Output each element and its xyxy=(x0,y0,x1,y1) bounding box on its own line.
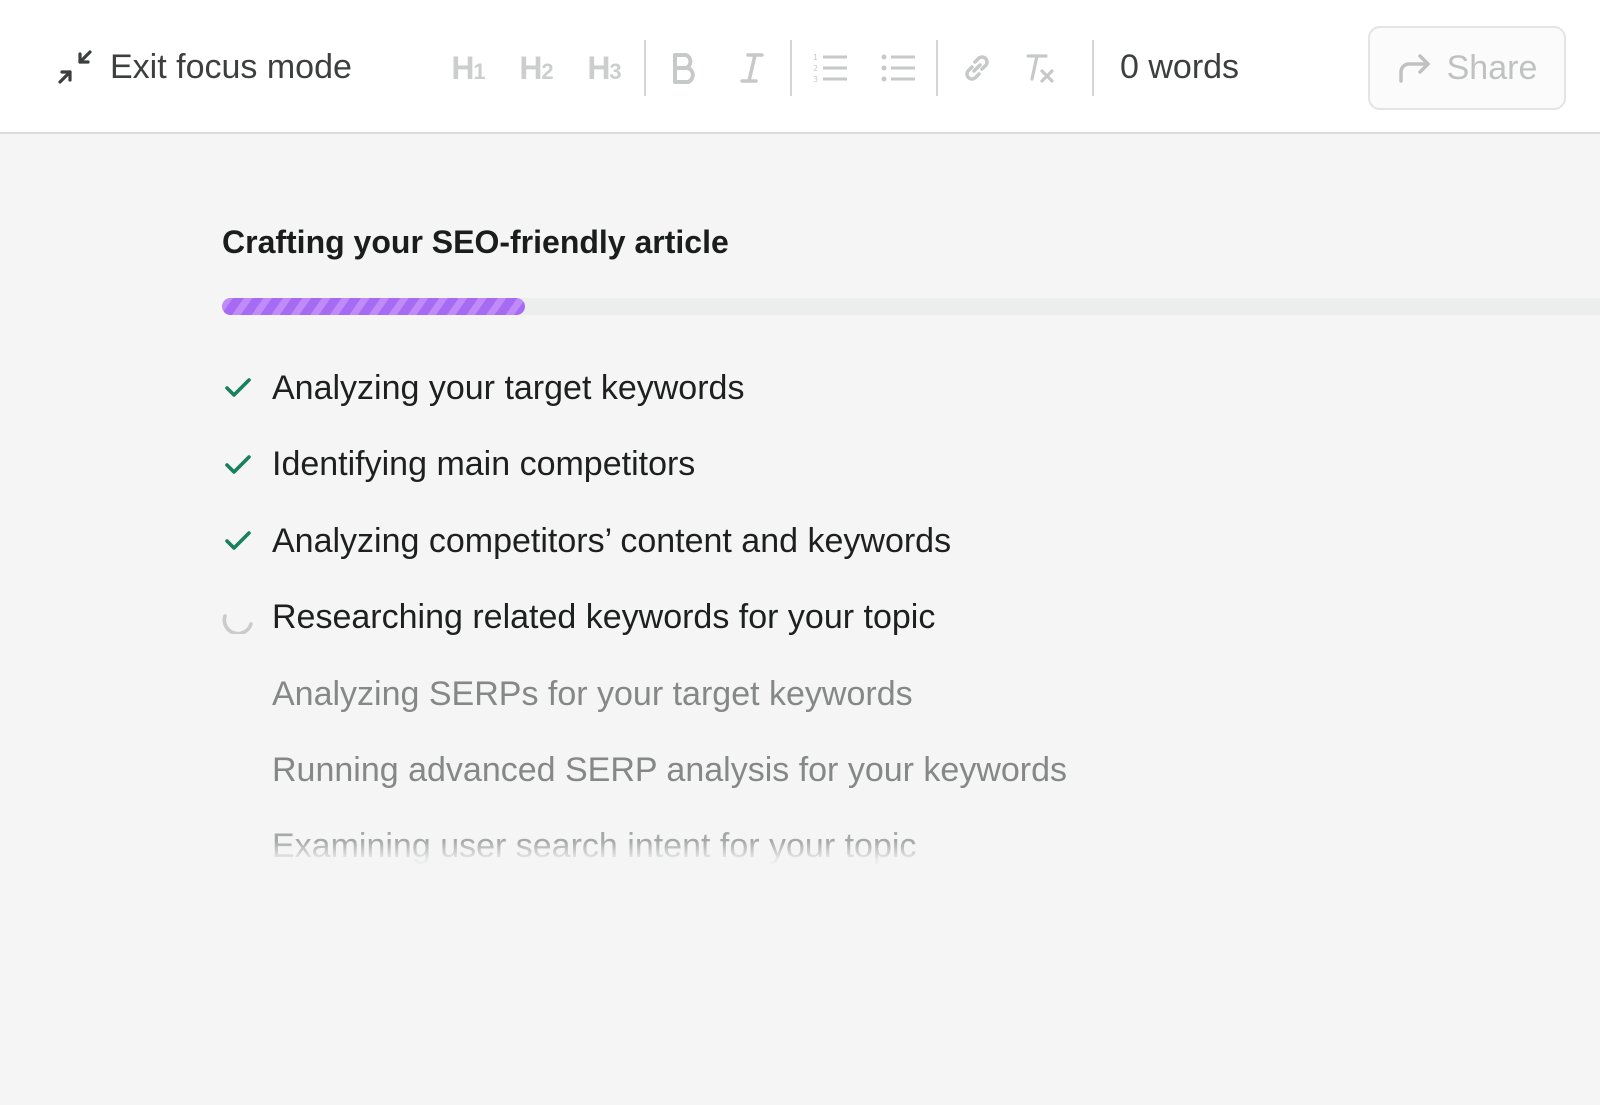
ordered-list-button[interactable]: 1 2 3 xyxy=(810,40,852,96)
generation-progress-panel: Crafting your SEO-friendly article Analy… xyxy=(222,224,1600,865)
heading-2-letter: H xyxy=(519,49,542,86)
check-icon xyxy=(225,454,251,474)
editor-toolbar: Exit focus mode H1 H2 H3 1 2 3 0 words S… xyxy=(0,0,1600,134)
step-label: Analyzing SERPs for your target keywords xyxy=(272,674,913,713)
link-button[interactable] xyxy=(956,40,998,96)
step-label: Researching related keywords for your to… xyxy=(272,598,936,637)
step-label: Analyzing competitors’ content and keywo… xyxy=(272,521,952,560)
progress-bar-fill xyxy=(222,298,526,315)
step-label: Analyzing your target keywords xyxy=(272,368,745,407)
heading-2-level: 2 xyxy=(541,59,553,84)
share-arrow-icon xyxy=(1398,54,1430,83)
toolbar-divider xyxy=(790,40,792,96)
heading-2-button[interactable]: H2 xyxy=(516,40,556,96)
svg-text:2: 2 xyxy=(813,64,818,73)
exit-focus-mode-button[interactable]: Exit focus mode xyxy=(56,44,352,90)
step-item: Analyzing your target keywords xyxy=(222,350,1600,427)
bullet-list-button[interactable] xyxy=(878,40,920,96)
exit-focus-mode-label: Exit focus mode xyxy=(110,47,352,86)
italic-button[interactable] xyxy=(732,40,772,96)
loading-spinner-icon xyxy=(222,613,253,634)
share-label: Share xyxy=(1446,48,1538,87)
word-count: 0 words xyxy=(1120,48,1240,86)
step-item: Analyzing SERPs for your target keywords xyxy=(222,656,1600,733)
share-button[interactable]: Share xyxy=(1368,26,1566,110)
italic-icon xyxy=(740,53,764,83)
svg-text:1: 1 xyxy=(813,53,818,62)
heading-1-button[interactable]: H1 xyxy=(448,40,488,96)
clear-formatting-button[interactable] xyxy=(1018,40,1060,96)
toolbar-divider xyxy=(1092,40,1094,96)
heading-1-letter: H xyxy=(451,49,474,86)
svg-text:3: 3 xyxy=(813,75,818,84)
bold-icon xyxy=(673,53,695,84)
step-label: Running advanced SERP analysis for your … xyxy=(272,751,1068,790)
check-icon xyxy=(225,378,251,398)
bold-button[interactable] xyxy=(664,40,704,96)
bullet-list-icon xyxy=(881,54,915,82)
link-icon xyxy=(965,55,989,81)
steps-list: Analyzing your target keywords Identifyin… xyxy=(222,350,1600,886)
toolbar-divider xyxy=(644,40,646,96)
step-item: Running advanced SERP analysis for your … xyxy=(222,733,1600,810)
heading-3-level: 3 xyxy=(609,59,621,84)
heading-3-letter: H xyxy=(587,49,610,86)
check-icon xyxy=(225,531,251,551)
ordered-list-icon: 1 2 3 xyxy=(813,53,847,84)
toolbar-divider xyxy=(936,40,938,96)
step-item: Analyzing competitors’ content and keywo… xyxy=(222,503,1600,580)
step-item: Identifying main competitors xyxy=(222,427,1600,504)
clear-formatting-icon xyxy=(1026,54,1054,83)
step-item: Examining user search intent for your to… xyxy=(222,809,1600,886)
collapse-icon xyxy=(58,50,92,84)
step-item: Researching related keywords for your to… xyxy=(222,580,1600,657)
progress-bar xyxy=(222,298,1600,315)
step-label: Identifying main competitors xyxy=(272,445,696,484)
step-label: Examining user search intent for your to… xyxy=(272,827,917,866)
page-title: Crafting your SEO-friendly article xyxy=(222,224,729,260)
heading-1-level: 1 xyxy=(473,59,485,84)
heading-3-button[interactable]: H3 xyxy=(584,40,624,96)
